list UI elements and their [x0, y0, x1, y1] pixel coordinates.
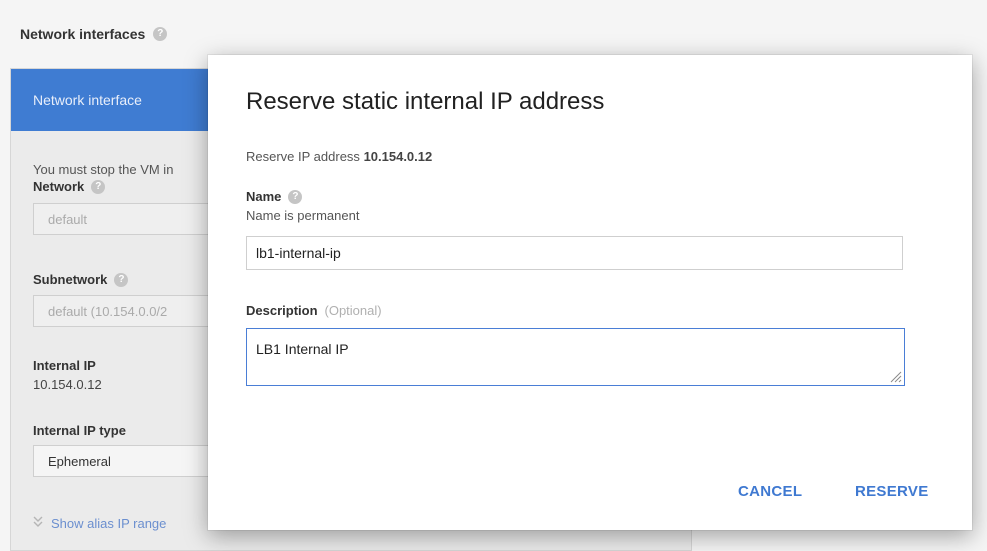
internal-ip-type-label: Internal IP type [33, 423, 126, 438]
network-label-text: Network [33, 179, 85, 194]
double-chevron-down-icon [33, 516, 43, 531]
name-input[interactable]: lb1-internal-ip [246, 236, 903, 270]
reserve-button[interactable]: RESERVE [855, 483, 929, 500]
reserve-ip-prefix: Reserve IP address [246, 149, 360, 164]
description-label-text: Description [246, 303, 318, 318]
reserve-ip-address: 10.154.0.12 [363, 149, 433, 164]
section-title-text: Network interfaces [20, 26, 146, 42]
stop-vm-notice: You must stop the VM in [33, 162, 174, 177]
help-icon[interactable]: ? [153, 27, 168, 41]
section-title: Network interfaces ? [20, 26, 168, 42]
name-hint: Name is permanent [246, 208, 360, 223]
show-alias-ip-range-link[interactable]: Show alias IP range [33, 516, 166, 531]
description-value: LB1 Internal IP [256, 341, 349, 357]
description-textarea[interactable]: LB1 Internal IP [246, 328, 905, 386]
description-label: Description (Optional) [246, 303, 382, 318]
resize-grip-icon[interactable] [889, 370, 902, 383]
subnetwork-label-text: Subnetwork [33, 272, 108, 287]
help-icon[interactable]: ? [91, 179, 106, 194]
reserve-ip-text: Reserve IP address 10.154.0.12 [246, 149, 432, 164]
cancel-button[interactable]: CANCEL [738, 483, 802, 500]
internal-ip-value: 10.154.0.12 [33, 377, 102, 392]
dialog-title: Reserve static internal IP address [246, 88, 605, 115]
name-label: Name ? [246, 189, 303, 204]
network-label: Network ? [33, 179, 106, 194]
panel-header-title: Network interface [33, 92, 142, 108]
reserve-ip-dialog: Reserve static internal IP address Reser… [208, 55, 972, 530]
show-alias-ip-range-text: Show alias IP range [51, 516, 167, 531]
internal-ip-label: Internal IP [33, 358, 96, 373]
help-icon[interactable]: ? [288, 189, 303, 204]
name-label-text: Name [246, 189, 282, 204]
subnetwork-label: Subnetwork ? [33, 272, 129, 287]
optional-tag: (Optional) [324, 303, 382, 318]
help-icon[interactable]: ? [114, 272, 129, 287]
